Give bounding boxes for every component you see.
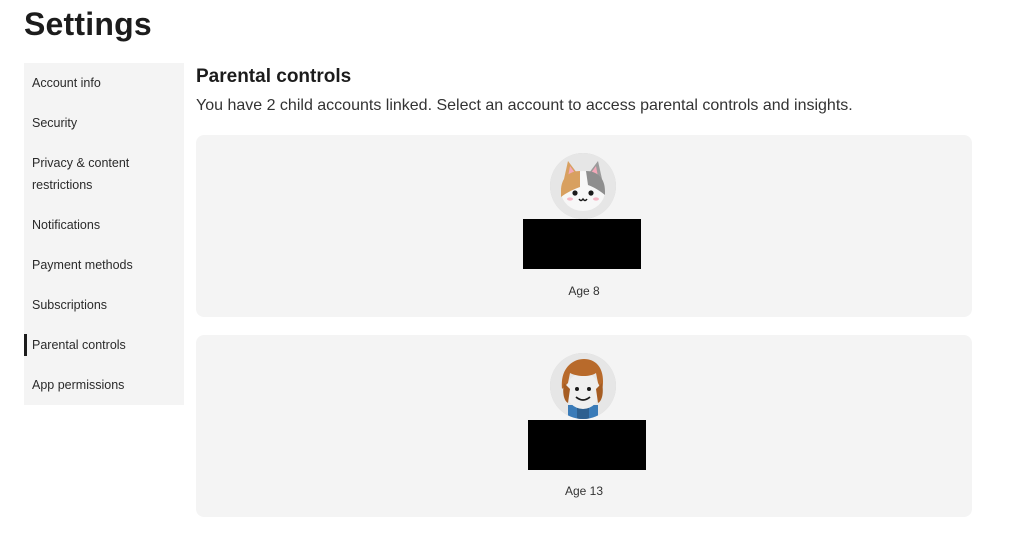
child-account-card[interactable]: Age 8 — [196, 135, 972, 317]
redacted-username — [523, 219, 641, 269]
sidebar-item-payment-methods[interactable]: Payment methods — [24, 254, 184, 276]
character-avatar-icon — [550, 353, 616, 419]
page-title: Settings — [24, 6, 152, 42]
child-age-label: Age 8 — [568, 284, 600, 298]
sidebar-item-account-info[interactable]: Account info — [24, 72, 184, 94]
sidebar-item-subscriptions[interactable]: Subscriptions — [24, 294, 184, 316]
sidebar-item-label: Privacy & content — [32, 156, 130, 170]
sidebar-item-app-permissions[interactable]: App permissions — [24, 374, 184, 396]
child-account-card[interactable]: Age 13 — [196, 335, 972, 517]
settings-sidebar: Account info Security Privacy & content … — [24, 63, 184, 405]
child-age-label: Age 13 — [564, 484, 604, 498]
sidebar-item-privacy[interactable]: Privacy & content restrictions — [24, 152, 184, 196]
sidebar-item-security[interactable]: Security — [24, 112, 184, 134]
sidebar-item-label-line2: restrictions — [32, 178, 93, 192]
sidebar-item-parental-controls[interactable]: Parental controls — [24, 334, 184, 356]
section-title: Parental controls — [196, 66, 352, 87]
sidebar-item-notifications[interactable]: Notifications — [24, 214, 184, 236]
cat-avatar-icon — [550, 153, 616, 219]
redacted-username — [528, 420, 646, 470]
section-description: You have 2 child accounts linked. Select… — [196, 97, 853, 114]
